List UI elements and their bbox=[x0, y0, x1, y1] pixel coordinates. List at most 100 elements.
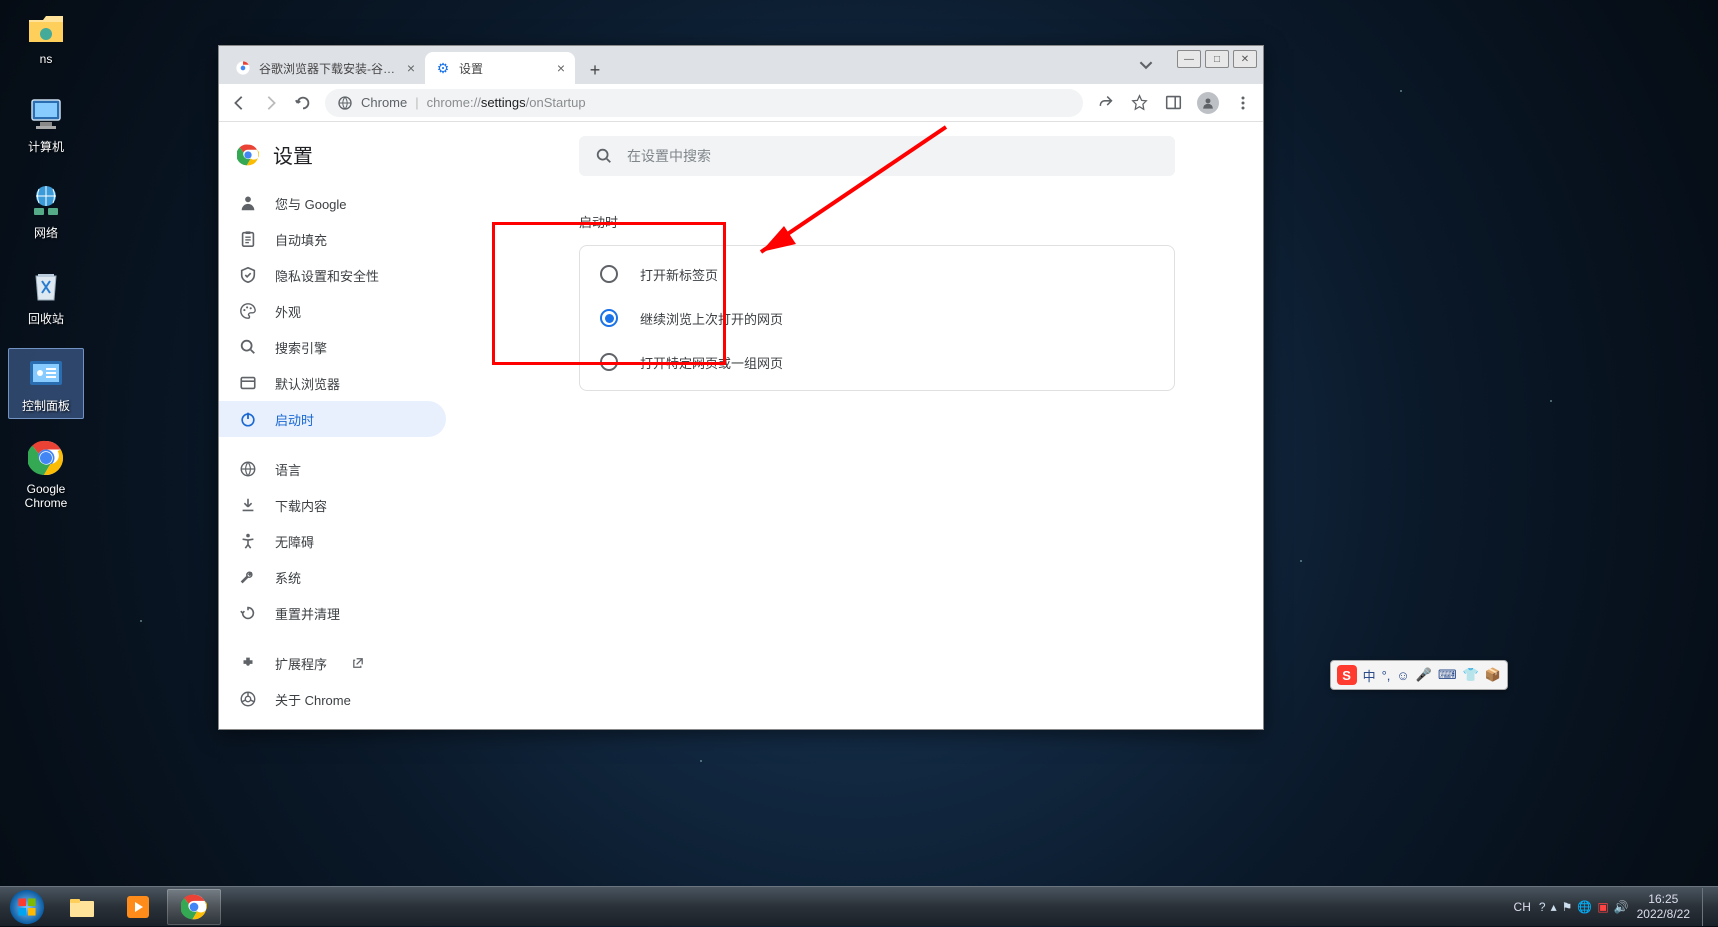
nav-downloads[interactable]: 下载内容 bbox=[219, 487, 446, 523]
settings-search[interactable]: 在设置中搜索 bbox=[579, 136, 1175, 176]
nav-search-engine[interactable]: 搜索引擎 bbox=[219, 329, 446, 365]
desktop-icon-label: 控制面板 bbox=[9, 397, 83, 414]
share-icon[interactable] bbox=[1095, 93, 1115, 113]
desktop-icon-ns[interactable]: ns bbox=[8, 8, 84, 66]
close-window-button[interactable]: ✕ bbox=[1233, 50, 1257, 68]
nav-you-and-google[interactable]: 您与 Google bbox=[219, 185, 446, 221]
clipboard-icon bbox=[239, 230, 257, 248]
ime-punct-icon[interactable]: °, bbox=[1382, 668, 1391, 683]
nav-label: 搜索引擎 bbox=[275, 338, 327, 357]
maximize-button[interactable]: □ bbox=[1205, 50, 1229, 68]
computer-icon bbox=[26, 94, 66, 134]
nav-appearance[interactable]: 外观 bbox=[219, 293, 446, 329]
ime-skin-icon[interactable]: 👕 bbox=[1463, 667, 1479, 683]
desktop-icon-recycle[interactable]: 回收站 bbox=[8, 266, 84, 327]
nav-label: 无障碍 bbox=[275, 532, 314, 551]
show-desktop-button[interactable] bbox=[1702, 888, 1710, 926]
tabs-dropdown-button[interactable] bbox=[1139, 58, 1153, 72]
tray-icons[interactable]: ? ▴ ⚑ 🌐 ▣ 🔊 bbox=[1539, 900, 1629, 914]
nav-privacy[interactable]: 隐私设置和安全性 bbox=[219, 257, 446, 293]
profile-button[interactable] bbox=[1197, 92, 1219, 114]
tray-volume-icon[interactable]: 🔊 bbox=[1614, 900, 1629, 914]
nav-default-browser[interactable]: 默认浏览器 bbox=[219, 365, 446, 401]
nav-extensions[interactable]: 扩展程序 bbox=[219, 645, 446, 681]
external-link-icon bbox=[351, 656, 365, 670]
option-specific-pages[interactable]: 打开特定网页或一组网页 bbox=[580, 340, 1174, 384]
ime-bar[interactable]: S 中 °, ☺ 🎤 ⌨ 👕 📦 bbox=[1330, 660, 1508, 690]
url-text: chrome://settings/onStartup bbox=[427, 95, 586, 110]
site-label: Chrome bbox=[361, 95, 407, 110]
startup-options-card: 打开新标签页 继续浏览上次打开的网页 打开特定网页或一组网页 bbox=[579, 245, 1175, 391]
nav-autofill[interactable]: 自动填充 bbox=[219, 221, 446, 257]
ime-toolbox-icon[interactable]: 📦 bbox=[1485, 667, 1501, 683]
close-icon[interactable]: × bbox=[557, 60, 565, 76]
bookmark-icon[interactable] bbox=[1129, 93, 1149, 113]
option-continue[interactable]: 继续浏览上次打开的网页 bbox=[580, 296, 1174, 340]
minimize-button[interactable]: — bbox=[1177, 50, 1201, 68]
nav-label: 您与 Google bbox=[275, 194, 347, 213]
task-explorer[interactable] bbox=[55, 889, 109, 925]
nav-languages[interactable]: 语言 bbox=[219, 451, 446, 487]
desktop-icon-computer[interactable]: 计算机 bbox=[8, 94, 84, 155]
search-icon bbox=[595, 147, 613, 165]
tray-network-icon[interactable]: 🌐 bbox=[1577, 900, 1592, 914]
system-tray: CH ? ▴ ⚑ 🌐 ▣ 🔊 16:25 2022/8/22 bbox=[1514, 888, 1718, 926]
tray-flag-icon[interactable]: ⚑ bbox=[1562, 900, 1573, 914]
network-icon bbox=[26, 180, 66, 220]
desktop-icon-label: ns bbox=[8, 52, 84, 66]
nav-label: 系统 bbox=[275, 568, 301, 587]
ime-voice-icon[interactable]: 🎤 bbox=[1416, 667, 1432, 683]
chrome-favicon-icon bbox=[235, 60, 251, 76]
forward-button[interactable] bbox=[261, 93, 281, 113]
tab-strip: 谷歌浏览器下载安装-谷歌浏览 × ⚙ 设置 × + — □ ✕ bbox=[219, 46, 1263, 84]
start-button[interactable] bbox=[0, 887, 54, 927]
recycle-bin-icon bbox=[26, 266, 66, 306]
desktop-icon-label: 计算机 bbox=[8, 138, 84, 155]
tab-2[interactable]: ⚙ 设置 × bbox=[425, 52, 575, 84]
chrome-window: 谷歌浏览器下载安装-谷歌浏览 × ⚙ 设置 × + — □ ✕ Chrome |… bbox=[218, 45, 1264, 730]
new-tab-button[interactable]: + bbox=[581, 56, 609, 84]
side-panel-icon[interactable] bbox=[1163, 93, 1183, 113]
desktop-icon-chrome[interactable]: Google Chrome bbox=[8, 438, 84, 510]
download-icon bbox=[239, 496, 257, 514]
radio-icon[interactable] bbox=[600, 309, 618, 327]
tray-lang[interactable]: CH bbox=[1514, 900, 1531, 914]
radio-icon[interactable] bbox=[600, 353, 618, 371]
nav-about[interactable]: 关于 Chrome bbox=[219, 681, 446, 717]
ime-keyboard-icon[interactable]: ⌨ bbox=[1438, 667, 1457, 683]
tab-1[interactable]: 谷歌浏览器下载安装-谷歌浏览 × bbox=[225, 52, 425, 84]
nav-system[interactable]: 系统 bbox=[219, 559, 446, 595]
back-button[interactable] bbox=[229, 93, 249, 113]
tray-up-icon[interactable]: ▴ bbox=[1551, 900, 1557, 914]
tray-help-icon[interactable]: ? bbox=[1539, 900, 1546, 914]
person-icon bbox=[239, 194, 257, 212]
gear-icon: ⚙ bbox=[435, 60, 451, 76]
nav-on-startup[interactable]: 启动时 bbox=[219, 401, 446, 437]
control-panel-icon bbox=[26, 353, 66, 393]
nav-accessibility[interactable]: 无障碍 bbox=[219, 523, 446, 559]
ime-lang[interactable]: 中 bbox=[1363, 666, 1376, 685]
tray-security-icon[interactable]: ▣ bbox=[1597, 900, 1608, 914]
settings-title: 设置 bbox=[273, 140, 313, 169]
tray-clock[interactable]: 16:25 2022/8/22 bbox=[1637, 892, 1690, 921]
task-chrome[interactable] bbox=[167, 889, 221, 925]
nav-label: 启动时 bbox=[275, 410, 314, 429]
radio-icon[interactable] bbox=[600, 265, 618, 283]
desktop-icon-network[interactable]: 网络 bbox=[8, 180, 84, 241]
browser-toolbar: Chrome | chrome://settings/onStartup bbox=[219, 84, 1263, 122]
option-new-tab[interactable]: 打开新标签页 bbox=[580, 252, 1174, 296]
task-media-player[interactable] bbox=[111, 889, 165, 925]
address-bar[interactable]: Chrome | chrome://settings/onStartup bbox=[325, 89, 1083, 117]
nav-reset[interactable]: 重置并清理 bbox=[219, 595, 446, 631]
menu-icon[interactable] bbox=[1233, 93, 1253, 113]
restore-icon bbox=[239, 604, 257, 622]
desktop-icon-control-panel[interactable]: 控制面板 bbox=[8, 348, 84, 419]
close-icon[interactable]: × bbox=[407, 60, 415, 76]
desktop-icon-label: 回收站 bbox=[8, 310, 84, 327]
site-info-icon[interactable] bbox=[337, 95, 353, 111]
nav-label: 下载内容 bbox=[275, 496, 327, 515]
ime-emoji-icon[interactable]: ☺ bbox=[1396, 668, 1409, 683]
chrome-small-icon bbox=[239, 690, 257, 708]
reload-button[interactable] bbox=[293, 93, 313, 113]
folder-icon bbox=[26, 8, 66, 48]
